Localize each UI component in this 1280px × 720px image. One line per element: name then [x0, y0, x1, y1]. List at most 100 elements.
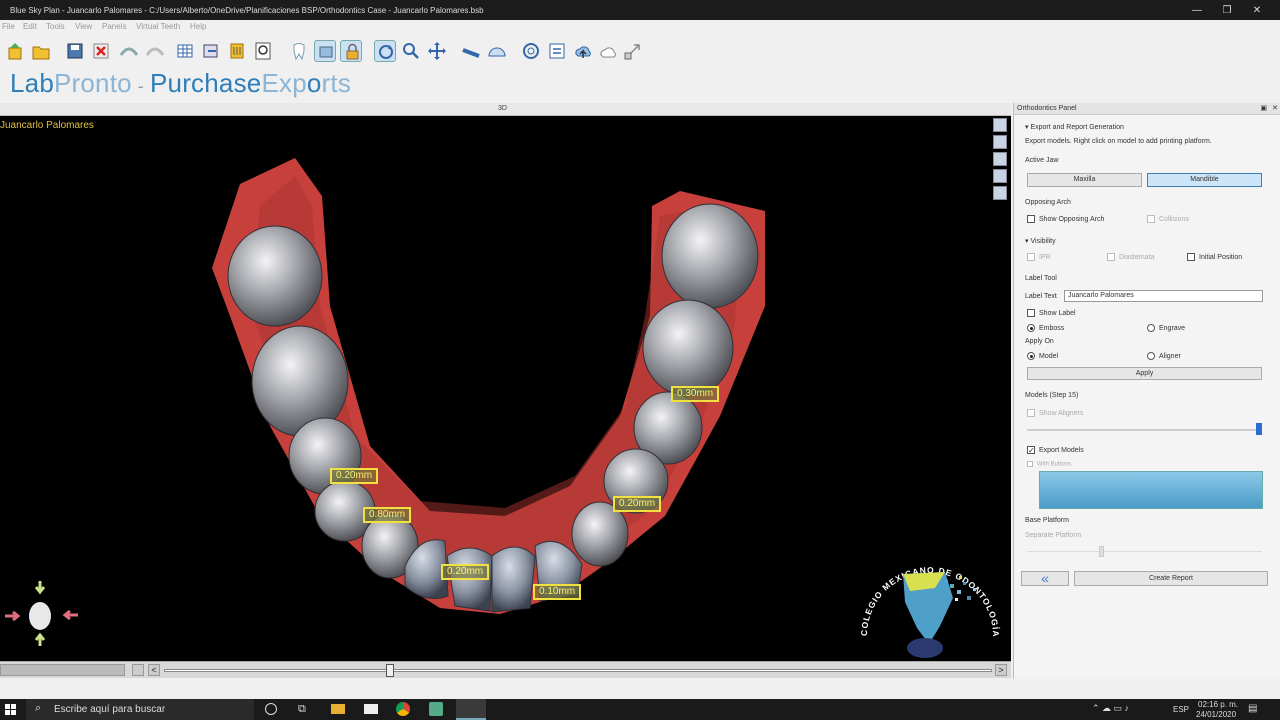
platform-slider-handle[interactable]	[1099, 546, 1104, 557]
maxilla-button[interactable]: Maxilla	[1027, 173, 1142, 187]
menu-panels[interactable]: Panels	[102, 22, 126, 31]
tray-icons[interactable]: ⌃ ☁ ▭ ♪	[1092, 703, 1129, 714]
show-aligners-checkbox[interactable]: Show Aligners	[1027, 409, 1083, 417]
show-label-checkbox[interactable]: Show Label	[1027, 309, 1076, 317]
collisions-checkbox[interactable]: Collisions	[1147, 215, 1189, 223]
step-back-button[interactable]	[132, 664, 144, 676]
ruler-icon[interactable]	[460, 40, 482, 62]
active-jaw-label: Active Jaw	[1025, 157, 1059, 164]
step-slider-track[interactable]	[1027, 429, 1262, 431]
restore-button[interactable]: ❐	[1212, 3, 1242, 19]
new-file-icon[interactable]	[4, 40, 26, 62]
chrome-icon[interactable]	[396, 702, 410, 716]
app-icon[interactable]	[429, 702, 443, 716]
panel-close-icon[interactable]: ✕	[1272, 104, 1278, 112]
text-tool-icon[interactable]	[993, 152, 1007, 166]
ipr-label[interactable]: 0.10mm	[533, 584, 582, 600]
label-text-input[interactable]: Juancarlo Palomares	[1064, 290, 1263, 302]
ipr-label[interactable]: 0.20mm	[330, 468, 379, 484]
orientation-widget[interactable]	[0, 576, 90, 656]
zoom-doc-icon[interactable]	[252, 40, 274, 62]
clock-time[interactable]: 02:16 p. m.	[1198, 700, 1238, 709]
horizontal-scrollbar[interactable]	[0, 664, 125, 676]
with-buttons-checkbox[interactable]: With Buttons	[1027, 461, 1071, 468]
show-opposing-checkbox[interactable]: Show Opposing Arch	[1027, 215, 1104, 223]
visibility-header[interactable]: ▾ Visibility	[1025, 237, 1056, 245]
cloud-icon[interactable]	[598, 40, 620, 62]
cycle-icon[interactable]	[520, 40, 542, 62]
resize-icon[interactable]	[622, 40, 644, 62]
viewport-header: 3D	[0, 103, 1011, 116]
teeth-selected-icon[interactable]	[314, 40, 336, 62]
screen-icon[interactable]	[993, 186, 1007, 200]
close-button[interactable]: ✕	[1242, 3, 1272, 19]
export-models-checkbox[interactable]: ✓ Export Models	[1027, 446, 1084, 455]
pin-icon[interactable]: ▣	[1260, 104, 1267, 112]
brand-exports-rts: rts	[321, 68, 352, 98]
blue-sky-plan-taskbar-icon[interactable]	[456, 699, 486, 720]
menu-edit[interactable]: Edit	[23, 22, 37, 31]
mandible-button[interactable]: Mandible	[1147, 173, 1262, 187]
rotate-icon[interactable]	[374, 40, 396, 62]
grid-view-icon[interactable]	[993, 169, 1007, 183]
lower-jaw-icon[interactable]	[144, 40, 166, 62]
settings-icon[interactable]	[226, 40, 248, 62]
minimize-button[interactable]: —	[1182, 3, 1212, 19]
view-tab-3d[interactable]: 3D	[498, 105, 507, 112]
export-icon[interactable]	[200, 40, 222, 62]
back-button[interactable]: «	[1021, 571, 1069, 586]
lock-icon[interactable]	[340, 40, 362, 62]
windows-start-icon[interactable]	[5, 704, 17, 716]
ipr-label[interactable]: 0.80mm	[363, 507, 412, 523]
adjust-icon[interactable]	[546, 40, 568, 62]
section-header[interactable]: ▾ Export and Report Generation	[1025, 123, 1124, 131]
next-arrow-icon[interactable]: >	[995, 664, 1007, 676]
prev-arrow-icon[interactable]: <	[148, 664, 160, 676]
cortana-icon[interactable]	[265, 703, 277, 715]
timeline-bar[interactable]: < >	[0, 661, 1011, 678]
clock-date[interactable]: 24/01/2020	[1196, 710, 1236, 719]
menu-view[interactable]: View	[75, 22, 92, 31]
model-radio[interactable]: Model	[1027, 352, 1058, 360]
3d-viewport[interactable]: Juancarlo Palomares 0.30mm 0.20mm 0.80mm…	[0, 116, 1011, 661]
notification-icon[interactable]: ▤	[1248, 703, 1257, 714]
menu-tools[interactable]: Tools	[46, 22, 65, 31]
platform-slider-track[interactable]	[1027, 551, 1262, 552]
open-folder-icon[interactable]	[30, 40, 52, 62]
create-report-button[interactable]: Create Report	[1074, 571, 1268, 586]
taskbar-search[interactable]: ⌕ Escribe aquí para buscar	[26, 699, 254, 720]
ipr-label[interactable]: 0.20mm	[613, 496, 662, 512]
initial-position-checkbox[interactable]: Initial Position	[1187, 253, 1242, 261]
zoom-icon[interactable]	[400, 40, 422, 62]
cloud-upload-icon[interactable]	[572, 40, 594, 62]
protractor-icon[interactable]	[486, 40, 508, 62]
menu-file[interactable]: File	[2, 22, 15, 31]
apply-button[interactable]: Apply	[1027, 367, 1262, 380]
menu-help[interactable]: Help	[190, 22, 206, 31]
aligner-radio[interactable]: Aligner	[1147, 352, 1181, 360]
search-placeholder: Escribe aquí para buscar	[54, 704, 166, 715]
language-indicator[interactable]: ESP	[1173, 705, 1189, 714]
pan-icon[interactable]	[426, 40, 448, 62]
ipr-label[interactable]: 0.20mm	[441, 564, 490, 580]
timeline-track[interactable]	[164, 669, 992, 672]
mail-icon[interactable]	[364, 704, 378, 714]
upper-jaw-icon[interactable]	[118, 40, 140, 62]
engrave-radio[interactable]: Engrave	[1147, 324, 1185, 332]
emboss-radio[interactable]: Emboss	[1027, 324, 1064, 332]
brand-lab: Lab	[10, 68, 54, 98]
task-view-icon[interactable]: ⧉	[298, 703, 306, 716]
ipr-checkbox[interactable]: IPR	[1027, 253, 1051, 261]
close-file-icon[interactable]	[90, 40, 112, 62]
save-icon[interactable]	[64, 40, 86, 62]
tooth-icon[interactable]	[288, 40, 310, 62]
step-slider-handle[interactable]	[1256, 423, 1262, 435]
menu-virtual-teeth[interactable]: Virtual Teeth	[136, 22, 180, 31]
ipr-label[interactable]: 0.30mm	[671, 386, 720, 402]
reset-view-icon[interactable]	[993, 118, 1007, 132]
grid-icon[interactable]	[174, 40, 196, 62]
axes-icon[interactable]	[993, 135, 1007, 149]
timeline-handle[interactable]	[386, 664, 394, 677]
diastemata-checkbox[interactable]: Diastemata	[1107, 253, 1154, 261]
file-explorer-icon[interactable]	[331, 704, 345, 714]
